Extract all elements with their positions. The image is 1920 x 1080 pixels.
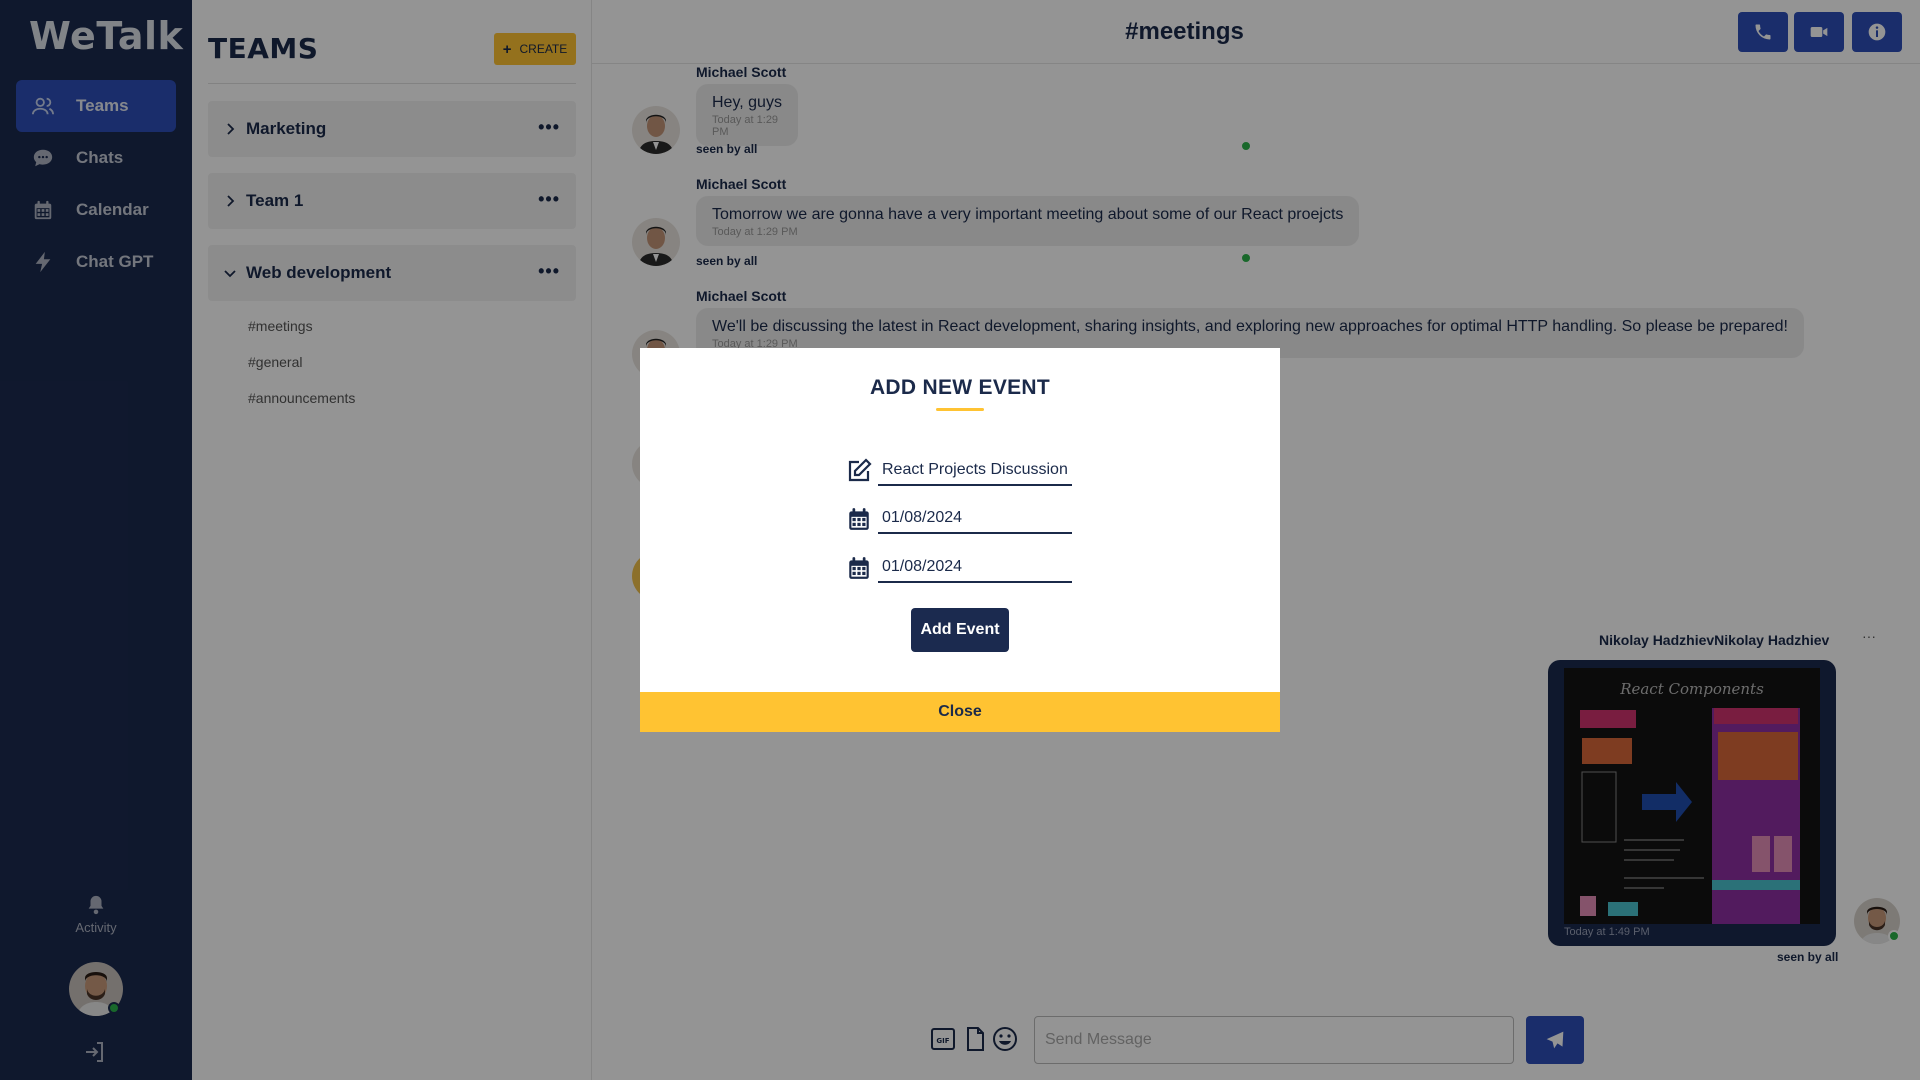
event-name-row — [846, 454, 1086, 488]
edit-icon — [848, 458, 872, 482]
end-date-input[interactable] — [878, 553, 1072, 583]
add-event-button[interactable]: Add Event — [911, 608, 1009, 652]
end-date-row — [846, 551, 1086, 585]
calendar-icon — [849, 557, 869, 579]
start-date-input[interactable] — [878, 504, 1072, 534]
event-name-input[interactable] — [878, 456, 1072, 486]
calendar-icon — [849, 508, 869, 530]
start-date-row — [846, 502, 1086, 536]
close-modal-button[interactable]: Close — [640, 692, 1280, 732]
modal-title: ADD NEW EVENT — [869, 376, 1051, 399]
add-event-modal: ADD NEW EVENT Add Event Close — [640, 348, 1280, 732]
title-underline — [936, 408, 984, 411]
